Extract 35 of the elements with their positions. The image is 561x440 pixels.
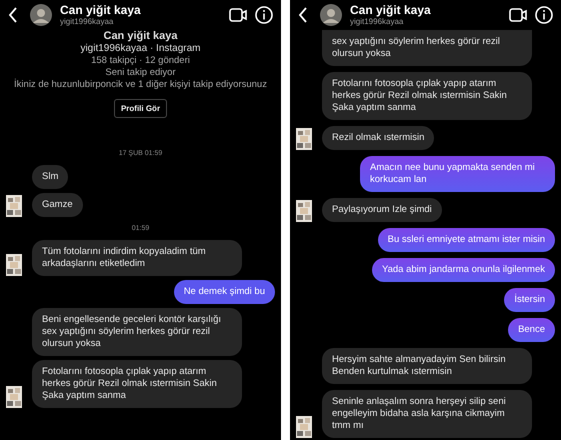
message-bubble: Fotolarını fotosopla çıplak yapıp atarım herkes görür Rezil olmak ıstermisin Sakin Şaka yaptım sanma bbox=[322, 72, 532, 120]
mutual-follows: İkiniz de huzunlubirponcik ve 1 diğer kişiyi takip ediyorsunuz bbox=[14, 79, 267, 90]
message-bubble: sex yaptığını söylerim herkes görür rezil olursun yoksa bbox=[322, 30, 532, 66]
message-bubble: Hersyim sahte almanyadayim Sen bilirsin Benden kurtulmak ıstermisin bbox=[322, 348, 532, 384]
message-bubble: Slm bbox=[32, 165, 68, 189]
message-bubble: Bence bbox=[508, 318, 555, 342]
info-icon[interactable] bbox=[535, 6, 553, 24]
video-call-icon[interactable] bbox=[509, 8, 527, 22]
message-bubble: Gamze bbox=[32, 193, 83, 217]
profile-subtitle: yigit1996kayaa · Instagram bbox=[80, 43, 201, 54]
contact-username: yigit1996kayaa bbox=[60, 17, 114, 27]
view-profile-button[interactable]: Profili Gör bbox=[114, 99, 168, 118]
contact-name: Can yiğit kaya bbox=[60, 3, 142, 17]
message-bubble: Amacın nee bunu yapmakta senden mi korkucam lan bbox=[360, 156, 555, 192]
avatar-icon[interactable] bbox=[30, 4, 52, 26]
contact-username: yigit1996kayaa bbox=[350, 17, 404, 27]
back-icon[interactable] bbox=[8, 7, 18, 23]
video-call-icon[interactable] bbox=[229, 8, 247, 22]
message-bubble: Bu ssleri emniyete atmamı ister misin bbox=[378, 228, 555, 252]
profile-stats: 158 takipçi · 12 gönderi bbox=[91, 55, 190, 66]
message-bubble: Ne demek şimdi bu bbox=[174, 280, 275, 304]
info-icon[interactable] bbox=[255, 6, 273, 24]
message-bubble: İstersin bbox=[504, 288, 555, 312]
avatar-icon[interactable] bbox=[320, 4, 342, 26]
profile-name: Can yiğit kaya bbox=[104, 30, 178, 42]
message-bubble: Rezil olmak ıstermisin bbox=[322, 126, 434, 150]
message-bubble: Beni engellesende geceleri kontör karşılığı sex yaptığını söylerim herkes görür rezil olursun yoksa bbox=[32, 308, 242, 356]
message-bubble: Yada abim jandarma onunla ilgilenmek bbox=[372, 258, 555, 282]
message-bubble: Paylaşıyorum Izle şimdi bbox=[322, 198, 442, 222]
back-icon[interactable] bbox=[298, 7, 308, 23]
follow-status: Seni takip ediyor bbox=[105, 67, 176, 78]
message-bubble: Seninle anlaşalım sonra herşeyi silip seni engelleyim bidaha asla karşına cikmayim tmm mı bbox=[322, 390, 532, 438]
message-bubble: Tüm fotolarını indirdim kopyaladim tüm arkadaşlarını etiketledim bbox=[32, 240, 242, 276]
contact-name: Can yiğit kaya bbox=[350, 3, 432, 17]
message-bubble: Fotolarını fotosopla çıplak yapıp atarım herkes görür Rezil olmak ıstermisin Sakin Şaka yaptım sanma bbox=[32, 360, 242, 408]
